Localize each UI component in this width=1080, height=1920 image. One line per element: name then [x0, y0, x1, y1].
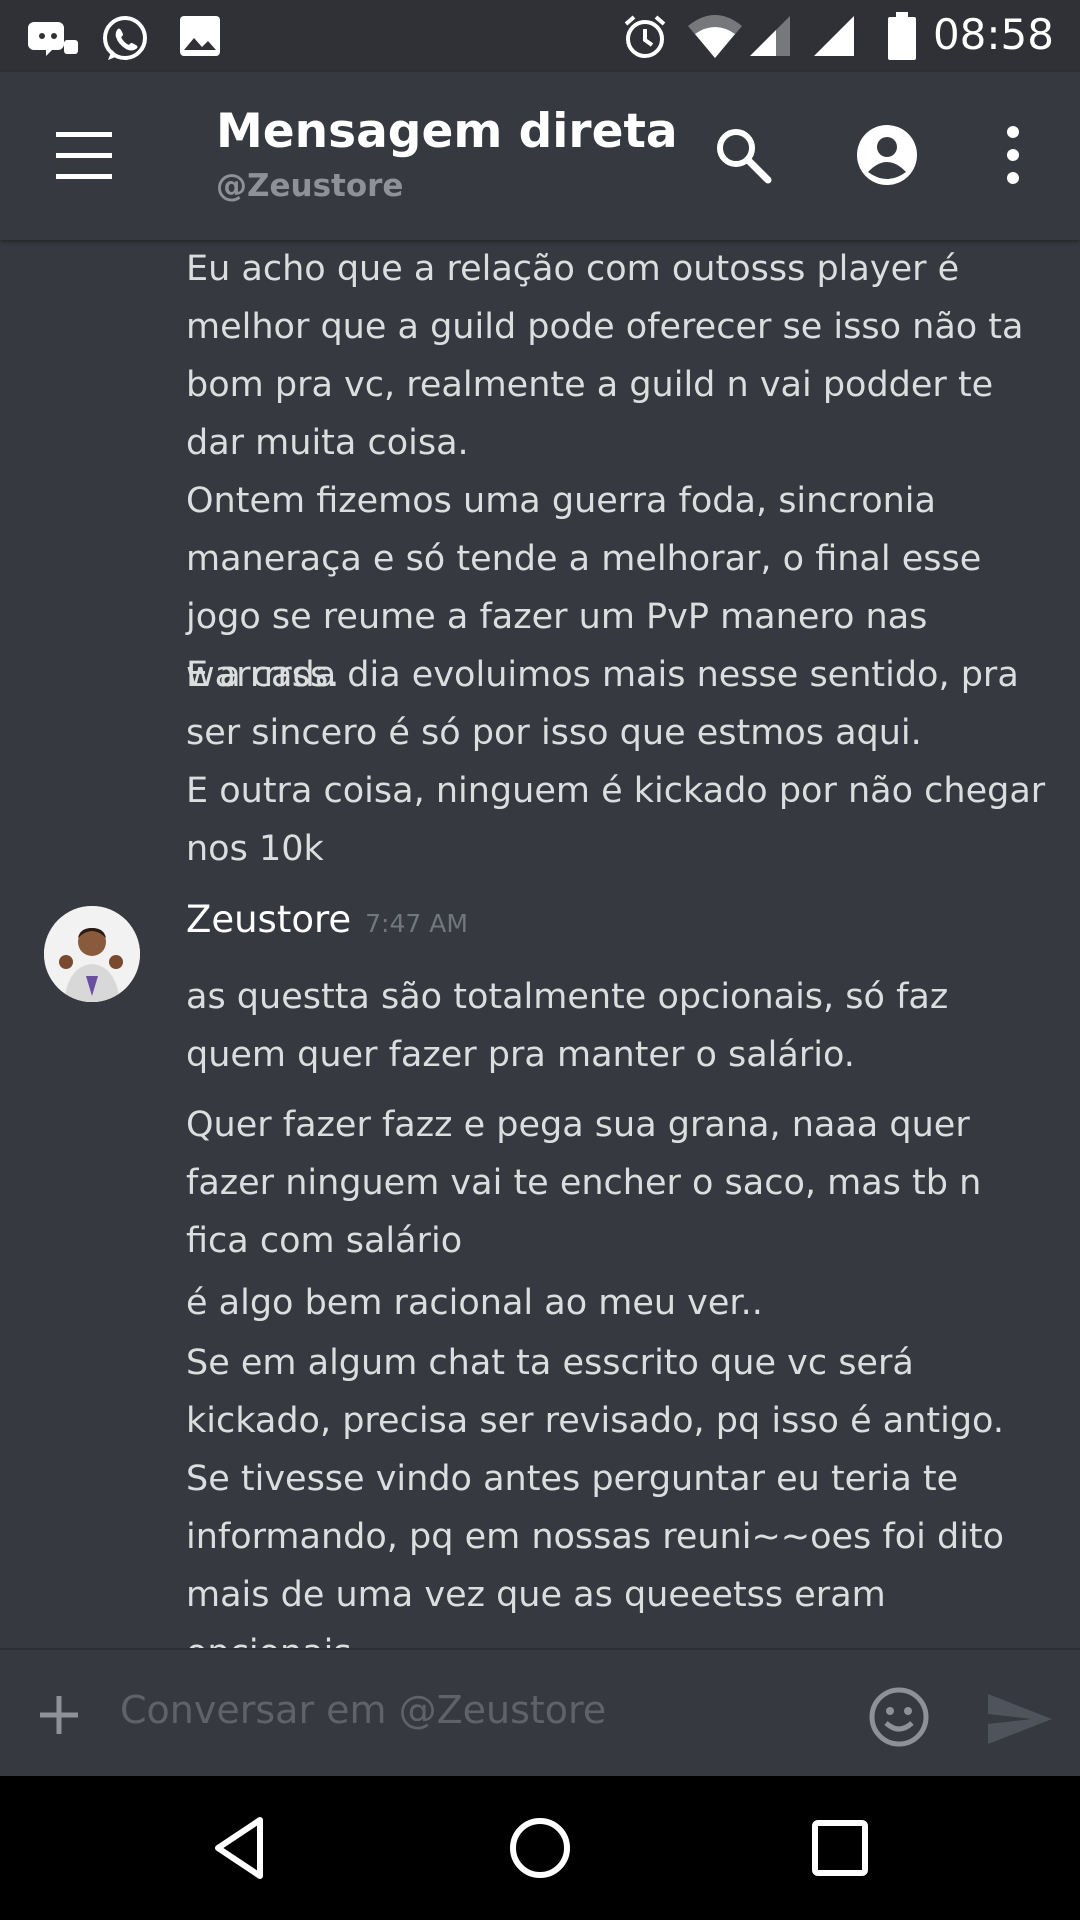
alarm-icon	[624, 15, 666, 58]
send-icon[interactable]	[986, 1692, 1054, 1746]
message-input[interactable]: Conversar em @Zeustore	[120, 1688, 606, 1732]
plus-icon[interactable]	[36, 1692, 82, 1738]
page-title: Mensagem direta	[216, 104, 678, 159]
message-text: E a cada dia evoluimos mais nesse sentid…	[186, 655, 1019, 753]
signal-icon	[750, 16, 790, 56]
menu-icon[interactable]	[48, 130, 120, 182]
message-text: é algo bem racional ao meu ver..	[186, 1283, 763, 1323]
wifi-icon	[688, 15, 742, 58]
message-text: as questta são totalmente opcionais, só …	[186, 977, 949, 1075]
message-text: Quer fazer fazz e pega sua grana, naaa q…	[186, 1105, 982, 1261]
gallery-icon	[180, 16, 220, 56]
recents-icon[interactable]	[806, 1814, 874, 1882]
back-icon[interactable]	[206, 1814, 274, 1882]
signal-icon	[814, 16, 854, 56]
app-header: Mensagem direta @Zeustore	[0, 72, 1080, 240]
message-list[interactable]: Eu acho que a relação com outosss player…	[0, 240, 1080, 1648]
message-text: Eu acho que a relação com outosss player…	[186, 249, 1024, 463]
profile-icon[interactable]	[854, 122, 920, 188]
home-icon[interactable]	[506, 1814, 574, 1882]
whatsapp-icon	[103, 16, 147, 60]
more-vertical-icon[interactable]	[980, 122, 1046, 188]
emoji-icon[interactable]	[868, 1686, 930, 1748]
message-header: Zeustore 7:47 AM	[186, 898, 468, 954]
message-text: E outra coisa, ninguem é kickado por não…	[186, 771, 1046, 869]
message-composer: Conversar em @Zeustore	[0, 1648, 1080, 1778]
search-icon[interactable]	[710, 122, 776, 188]
message-timestamp: 7:47 AM	[365, 909, 468, 938]
system-nav-bar	[0, 1776, 1080, 1920]
discord-controller-icon	[28, 22, 78, 56]
battery-icon	[888, 12, 916, 60]
status-time: 08:58	[932, 10, 1054, 59]
status-bar: 08:58	[0, 0, 1080, 72]
avatar[interactable]	[44, 906, 140, 1002]
author-name[interactable]: Zeustore	[186, 898, 351, 941]
page-subtitle: @Zeustore	[216, 168, 404, 204]
message-text: Se em algum chat ta esscrito que vc será…	[186, 1343, 1005, 1648]
header-title-block: Mensagem direta @Zeustore	[216, 102, 678, 206]
